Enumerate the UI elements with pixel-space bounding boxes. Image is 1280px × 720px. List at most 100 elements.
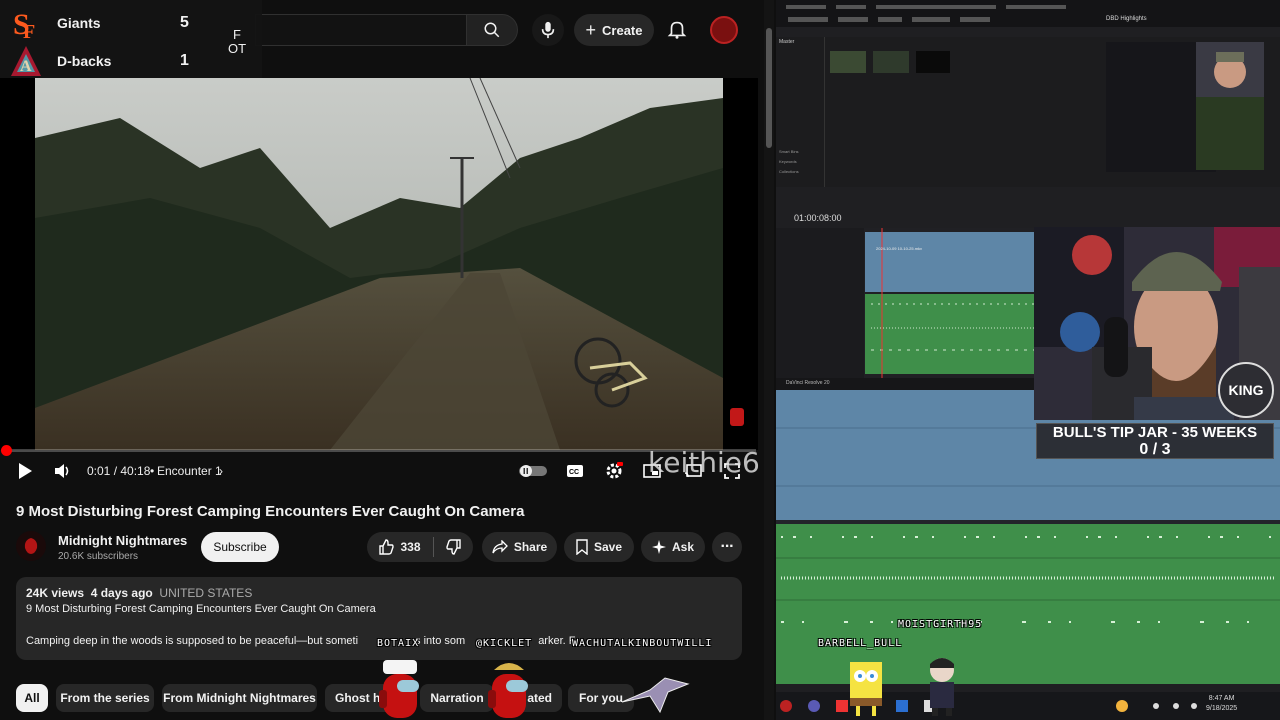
volume-button[interactable] bbox=[52, 456, 74, 486]
streamer-watermark: keithie6 bbox=[648, 446, 760, 479]
share-button[interactable]: Share bbox=[482, 532, 557, 562]
plus-icon: + bbox=[585, 19, 597, 40]
ask-button[interactable]: Ask bbox=[641, 532, 705, 562]
youtube-window: + Create SF Giants 5 A D-backs 1 F OT 0:… bbox=[0, 0, 776, 720]
thumbs-up-icon bbox=[379, 539, 395, 555]
create-button[interactable]: + Create bbox=[574, 14, 654, 46]
save-button[interactable]: Save bbox=[564, 532, 634, 562]
giants-logo-icon: SF bbox=[8, 6, 44, 40]
channel-name[interactable]: Midnight Nightmares bbox=[58, 533, 187, 548]
channel-avatar[interactable] bbox=[16, 531, 46, 561]
chat-user-overlay: @KICKLET bbox=[476, 638, 533, 649]
like-divider bbox=[432, 537, 434, 557]
play-icon bbox=[19, 463, 32, 479]
chat-user-overlay: MOISTGIRTH95 bbox=[898, 619, 983, 630]
dbacks-logo-icon: A bbox=[8, 44, 44, 78]
pterodactyl-avatar-icon bbox=[621, 677, 690, 714]
clock-time: 8:47 AM bbox=[1208, 695, 1235, 702]
share-icon bbox=[492, 540, 508, 554]
timeline-timecode: 01:00:08:00 bbox=[794, 213, 842, 223]
resolve-toolbar-icons bbox=[786, 5, 1066, 22]
like-button[interactable]: 338 bbox=[378, 539, 421, 555]
chevron-right-icon[interactable]: › bbox=[219, 456, 223, 486]
spongebob-avatar-icon bbox=[850, 662, 882, 716]
media-pool-label: Master bbox=[779, 39, 795, 45]
video-title: 9 Most Disturbing Forest Camping Encount… bbox=[16, 503, 525, 520]
description-text-part: s into som bbox=[415, 635, 466, 647]
bin-collections[interactable]: Collections bbox=[779, 167, 799, 177]
screen: + Create SF Giants 5 A D-backs 1 F OT 0:… bbox=[0, 0, 1280, 720]
clock-date: 9/18/2025 bbox=[1206, 705, 1238, 712]
captions-icon: CC bbox=[567, 465, 583, 477]
scoreboard-overlay: SF Giants 5 A D-backs 1 F OT bbox=[0, 0, 262, 78]
account-avatar[interactable] bbox=[710, 16, 738, 44]
bin-keywords[interactable]: Keywords bbox=[779, 157, 799, 167]
page-scrollbar[interactable] bbox=[764, 0, 774, 720]
game-status-final: F bbox=[233, 27, 241, 42]
tip-jar-count: 0 / 3 bbox=[1139, 441, 1171, 458]
among-us-avatar-icon bbox=[488, 663, 528, 718]
autoplay-toggle-icon bbox=[519, 465, 547, 477]
team-name: D-backs bbox=[57, 52, 112, 69]
chat-user-overlay: WACHUTALKINBOUTWILLI bbox=[572, 638, 713, 649]
chat-user-overlay: BOTAIX bbox=[377, 638, 420, 649]
svg-text:CC: CC bbox=[569, 469, 579, 476]
search-input[interactable] bbox=[255, 14, 467, 46]
chip-all[interactable]: All bbox=[16, 684, 48, 712]
team-score: 1 bbox=[180, 51, 189, 69]
resolve-menubar bbox=[776, 0, 1280, 27]
description-title-line: 9 Most Disturbing Forest Camping Encount… bbox=[26, 603, 376, 615]
team-score: 5 bbox=[180, 13, 189, 31]
tip-jar-title: BULL'S TIP JAR - 35 WEEKS bbox=[1052, 424, 1258, 441]
sparkle-icon bbox=[651, 540, 666, 554]
view-count: 24K views bbox=[26, 586, 85, 600]
settings-button[interactable] bbox=[604, 456, 624, 486]
among-us-avatar-icon bbox=[379, 660, 419, 718]
clip-name: 2024-10-09 10-10-25.mkv bbox=[876, 246, 923, 251]
system-clock[interactable]: 8:47 AM 9/18/2025 bbox=[1206, 694, 1237, 714]
autoplay-toggle[interactable] bbox=[518, 456, 548, 486]
chapter-title[interactable]: Encounter 1 bbox=[157, 456, 222, 486]
scoreboard-row-away: A D-backs 1 bbox=[0, 42, 200, 79]
scrollbar-thumb[interactable] bbox=[766, 28, 772, 148]
video-player[interactable] bbox=[0, 78, 758, 450]
subscribe-button[interactable]: Subscribe bbox=[201, 532, 279, 562]
svg-text:A: A bbox=[20, 58, 32, 75]
game-status: F OT bbox=[228, 28, 246, 56]
upload-age: 4 days ago bbox=[90, 586, 153, 600]
more-actions-button[interactable]: ··· bbox=[712, 532, 742, 562]
description-text-part: Camping deep in the woods is supposed to… bbox=[26, 635, 359, 647]
video-progress-bar[interactable] bbox=[1, 445, 756, 456]
location-tag[interactable]: UNITED STATES bbox=[159, 586, 252, 600]
volume-icon bbox=[55, 464, 69, 478]
bookmark-icon bbox=[576, 539, 588, 555]
chip-from-midnight-nightmares[interactable]: From Midnight Nightmares bbox=[162, 684, 317, 712]
chapter-bullet: • bbox=[150, 464, 155, 478]
share-label: Share bbox=[513, 540, 548, 554]
chip-from-the-series[interactable]: From the series bbox=[56, 684, 154, 712]
ask-label: Ask bbox=[671, 540, 694, 554]
progress-scrubber[interactable] bbox=[1, 445, 12, 456]
search-button[interactable] bbox=[466, 14, 518, 46]
subscriber-count: 20.6K subscribers bbox=[58, 551, 139, 562]
king-badge: KING bbox=[1218, 362, 1274, 418]
voice-search-button[interactable] bbox=[532, 14, 564, 46]
team-name: Giants bbox=[57, 14, 101, 31]
scoreboard-row-home: SF Giants 5 bbox=[0, 4, 200, 41]
channel-logo-icon bbox=[24, 538, 38, 554]
microphone-icon bbox=[541, 21, 555, 39]
play-button[interactable] bbox=[14, 456, 36, 486]
game-status-overtime: OT bbox=[228, 41, 247, 56]
captions-button[interactable]: CC bbox=[565, 456, 585, 486]
small-webcam-preview bbox=[1196, 42, 1264, 170]
like-count: 338 bbox=[400, 540, 421, 554]
chip-narration[interactable]: Narration bbox=[420, 684, 494, 712]
streamer-webcam: KING bbox=[1034, 227, 1280, 420]
bin-smart-bins[interactable]: Smart Bins bbox=[779, 147, 799, 157]
time-display: 0:01 / 40:18 bbox=[87, 464, 151, 478]
notifications-bell-icon[interactable] bbox=[666, 18, 688, 40]
more-horizontal-icon: ··· bbox=[720, 538, 735, 555]
description-meta: 24K views 4 days ago UNITED STATES bbox=[26, 586, 252, 600]
thumbs-down-icon[interactable] bbox=[445, 539, 462, 555]
gear-icon bbox=[606, 462, 623, 479]
